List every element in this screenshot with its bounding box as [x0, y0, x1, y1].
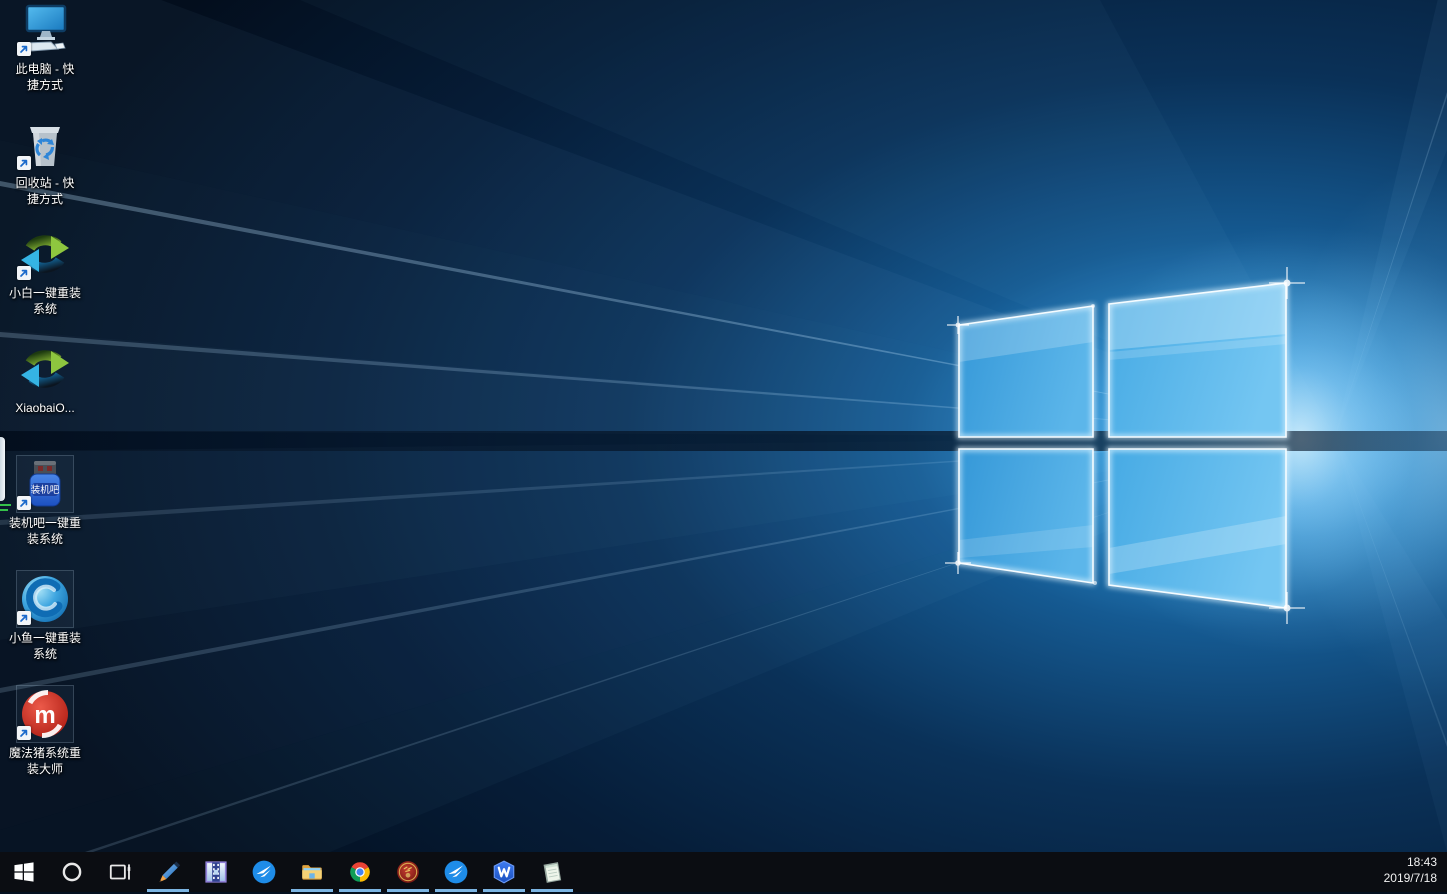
- svg-text:m: m: [34, 702, 55, 729]
- shortcut-arrow-icon: [17, 496, 31, 510]
- notepad-icon: [539, 859, 565, 885]
- taskbar-app-wps[interactable]: [480, 852, 528, 892]
- shortcut-arrow-icon: [17, 156, 31, 170]
- svg-text:装机吧: 装机吧: [31, 484, 60, 496]
- shortcut-arrow-icon: [17, 42, 31, 56]
- taskbar-clock[interactable]: 18:43 2019/7/18: [1378, 850, 1447, 894]
- clock-date: 2019/7/18: [1384, 870, 1437, 886]
- desktop-icon-zhuangjiba[interactable]: 装机吧 装机吧一键重装系统: [1, 456, 89, 547]
- desktop-icon-label: 此电脑 - 快捷方式: [1, 61, 89, 93]
- desktop-icon-label: 装机吧一键重装系统: [1, 515, 89, 547]
- taskbar-app-notepad[interactable]: [528, 852, 576, 892]
- folder-icon: [299, 859, 325, 885]
- task-view-button[interactable]: [96, 852, 144, 892]
- desktop-icon-xiaobai[interactable]: 小白一键重装系统: [1, 226, 89, 317]
- film-strip-icon: [203, 859, 229, 885]
- windows-logo-icon: [11, 859, 37, 885]
- shortcut-arrow-icon: [17, 611, 31, 625]
- wing-icon: [251, 859, 277, 885]
- desktop-icon-mofazhu[interactable]: m 魔法猪系统重装大师: [1, 686, 89, 777]
- taskbar-app-dingtalk-2[interactable]: [432, 852, 480, 892]
- wps-w-icon: [491, 859, 517, 885]
- clock-time: 18:43: [1384, 854, 1437, 870]
- desktop-icon-this-pc[interactable]: 此电脑 - 快捷方式: [1, 2, 89, 93]
- taskbar-app-red-seal[interactable]: [384, 852, 432, 892]
- pencil-icon: [155, 859, 181, 885]
- desktop-icon-label: XiaobaiO...: [1, 400, 89, 416]
- desktop-icon-label: 魔法猪系统重装大师: [1, 745, 89, 777]
- shortcut-arrow-icon: [17, 726, 31, 740]
- task-view-icon: [107, 859, 133, 885]
- red-seal-icon: [395, 859, 421, 885]
- cortana-circle-icon: [59, 859, 85, 885]
- sync-arrows-icon: [17, 341, 73, 397]
- desktop-icon-xiaobai-o[interactable]: XiaobaiO...: [1, 341, 89, 416]
- wallpaper: [0, 0, 1447, 852]
- desktop-icon-xiaoyu[interactable]: 小鱼一键重装系统: [1, 571, 89, 662]
- taskbar-app-pencil-editor[interactable]: [144, 852, 192, 892]
- desktop-icon-label: 小鱼一键重装系统: [1, 630, 89, 662]
- wing-icon: [443, 859, 469, 885]
- chrome-icon: [347, 859, 373, 885]
- shortcut-arrow-icon: [17, 266, 31, 280]
- taskbar-app-chrome[interactable]: [336, 852, 384, 892]
- taskbar-empty-area: [576, 852, 1378, 892]
- desktop-icon-label: 小白一键重装系统: [1, 285, 89, 317]
- taskbar: 18:43 2019/7/18: [0, 852, 1447, 892]
- start-button[interactable]: [0, 852, 48, 892]
- taskbar-app-video[interactable]: [192, 852, 240, 892]
- taskbar-app-dingtalk[interactable]: [240, 852, 288, 892]
- taskbar-app-file-explorer[interactable]: [288, 852, 336, 892]
- desktop-icon-label: 回收站 - 快捷方式: [1, 175, 89, 207]
- cortana-search-button[interactable]: [48, 852, 96, 892]
- desktop-icon-recycle-bin[interactable]: 回收站 - 快捷方式: [1, 116, 89, 207]
